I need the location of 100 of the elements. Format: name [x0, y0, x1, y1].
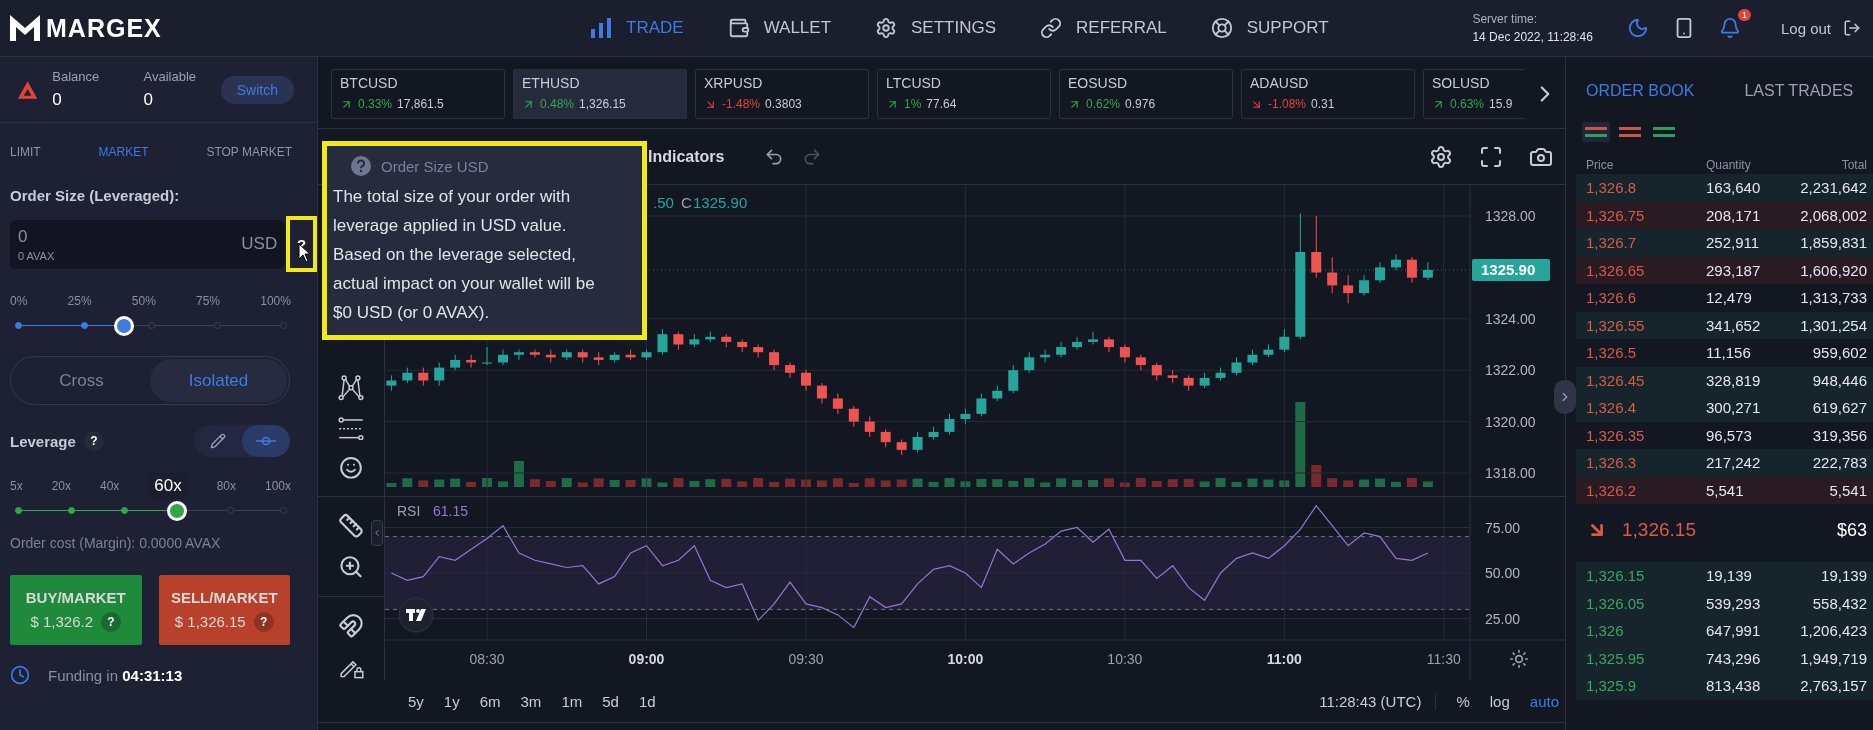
ask-row[interactable]: 1,326.45 328,819 948,446	[1576, 366, 1873, 394]
ticker-card[interactable]: SOLUSD 0.63% 15.9	[1423, 69, 1525, 119]
order-size-field[interactable]: 0 0 AVAX USD	[10, 219, 286, 269]
range-button[interactable]: 1d	[638, 692, 656, 710]
candlestick	[848, 405, 859, 428]
quantity-cell-text: 163,640	[1706, 179, 1762, 197]
ask-row[interactable]: 1,326.55 341,652 1,301,254	[1576, 311, 1873, 339]
margin-mode-tab[interactable]: Cross	[13, 359, 150, 402]
indicator-value: 61.15	[433, 503, 469, 519]
candlestick	[1072, 336, 1083, 351]
price-cell-text: 1,326.75	[1586, 206, 1646, 224]
ask-row[interactable]: 1,326.7 252,911 1,859,831	[1576, 229, 1873, 257]
sell-button[interactable]: SELL/MARKET $ 1,326.15 ?	[158, 575, 290, 645]
bid-row[interactable]: 1,326.15 19,139 19,139	[1576, 562, 1873, 590]
bid-row[interactable]: 1,326.05 539,293 558,432	[1576, 589, 1873, 617]
ask-row[interactable]: 1,326.3 217,242 222,783	[1576, 449, 1873, 477]
candlestick	[753, 344, 764, 358]
logout-link[interactable]: Log out	[1780, 19, 1861, 37]
range-button[interactable]: 1y	[443, 692, 460, 710]
nav-item[interactable]: WALLET	[727, 17, 831, 39]
total-cell-text: 558,432	[1811, 594, 1867, 612]
ask-row[interactable]: 1,326.75 208,171 2,068,002	[1576, 201, 1873, 229]
quantity-cell-text: 208,171	[1706, 206, 1762, 224]
price-cell-text: 1,326.5	[1586, 344, 1638, 362]
total-cell-text: 1,206,423	[1799, 622, 1867, 640]
help-icon[interactable]: ?	[101, 611, 122, 632]
nav-item[interactable]: REFERRAL	[1040, 17, 1167, 39]
time-label: 10:30	[1107, 651, 1143, 667]
logo-text: MARGEX	[46, 13, 162, 43]
notification-badge: 1	[1737, 9, 1751, 21]
nav-item[interactable]: SETTINGS	[875, 17, 997, 39]
price-label: 1322.00	[1485, 362, 1536, 379]
field-label: Order Size (Leveraged):	[10, 187, 181, 204]
indicators-button[interactable]: Indicators	[648, 147, 725, 166]
ask-row[interactable]: 1,326.65 293,187 1,606,920	[1576, 256, 1873, 284]
range-button[interactable]: 6m	[479, 692, 501, 710]
range-button[interactable]: 5d	[602, 692, 619, 710]
nav-item[interactable]: SUPPORT	[1210, 17, 1329, 39]
ticker-card[interactable]: ETHUSD 0.48% 1,326.15	[513, 69, 687, 119]
help-icon[interactable]: ?	[253, 611, 274, 632]
total-cell-text: 619,627	[1811, 399, 1867, 417]
ticker-card[interactable]: XRPUSD -1.48% 0.3803	[695, 69, 869, 119]
time-label: 09:00	[628, 651, 665, 667]
range-button[interactable]: 1m	[561, 692, 583, 710]
order-type-tab[interactable]: LIMIT	[10, 145, 41, 159]
candlestick	[912, 431, 923, 453]
price-cell-text: 1,326.3	[1586, 454, 1638, 472]
ask-row[interactable]: 1,326.8 163,640 2,231,642	[1576, 174, 1873, 202]
price-cell-text: 1,326.8	[1586, 179, 1638, 197]
available-label: Available	[143, 69, 198, 84]
ticker-card[interactable]: EOSUSD 0.62% 0.976	[1059, 69, 1233, 119]
range-button[interactable]: 3m	[520, 692, 542, 710]
quantity-cell-text: 743,296	[1706, 649, 1762, 667]
bid-row[interactable]: 1,325.95 743,296 1,949,719	[1576, 644, 1873, 672]
scale-button[interactable]: auto	[1529, 692, 1559, 710]
order-type-tab[interactable]: STOP MARKET	[206, 145, 292, 159]
price-cell-text: 1,326	[1586, 622, 1625, 640]
price-label: 1328.00	[1485, 208, 1536, 224]
nav-item[interactable]: TRADE	[590, 17, 684, 39]
balance-label: Balance	[52, 69, 101, 84]
quantity-cell-text: 539,293	[1706, 594, 1762, 612]
price-label: 1320.00	[1485, 413, 1536, 430]
available-value: 0	[143, 90, 154, 110]
ticker-card[interactable]: BTCUSD 0.33% 17,861.5	[331, 69, 505, 119]
price-cell-text: 1,326.55	[1586, 316, 1646, 334]
ticker-card[interactable]: LTCUSD 1% 77.64	[877, 69, 1051, 119]
balance-value: 0	[52, 90, 63, 110]
scale-button[interactable]: log	[1489, 692, 1510, 710]
tooltip-text: The total size of your order with leverage applied in USD value. Based on the leverage selected, actual impact on your wallet will be $0 USD (or 0 AVAX).	[333, 186, 596, 324]
slider-label: 75%	[196, 294, 221, 308]
total-cell-text: 1,313,733	[1799, 289, 1867, 307]
legend-value: 1325.90	[693, 194, 748, 211]
range-button[interactable]: 5y	[408, 692, 424, 710]
book-tab[interactable]: LAST TRADES	[1744, 82, 1854, 100]
bid-row[interactable]: 1,325.9 813,438 2,763,157	[1576, 672, 1873, 700]
quantity-cell-text: 300,271	[1706, 399, 1762, 417]
price-cell-text: 1,326.35	[1586, 426, 1646, 444]
candlestick	[1279, 328, 1290, 353]
ask-row[interactable]: 1,326.2 5,541 5,541	[1576, 476, 1873, 504]
leverage-label: Leverage	[10, 432, 76, 450]
scale-button[interactable]: %	[1456, 692, 1470, 710]
buy-button[interactable]: BUY/MARKET $ 1,326.2 ?	[10, 575, 142, 645]
book-tab[interactable]: ORDER BOOK	[1586, 82, 1695, 100]
ask-row[interactable]: 1,326.4 300,271 619,627	[1576, 394, 1873, 422]
candlestick	[1390, 254, 1401, 271]
quantity-cell-text: 19,139	[1706, 567, 1753, 585]
help-icon[interactable]: ?	[83, 431, 104, 451]
legend-label: C	[681, 194, 692, 211]
slider-label: 5x	[10, 479, 23, 493]
slider-label: 25%	[67, 294, 92, 308]
candlestick	[482, 346, 493, 366]
candlestick	[1343, 274, 1354, 304]
candlestick	[1375, 261, 1386, 284]
ticker-card[interactable]: ADAUSD -1.08% 0.31	[1241, 69, 1415, 119]
total-cell-text: 2,231,642	[1799, 179, 1867, 197]
candlestick	[513, 349, 524, 361]
slider-label: 80x	[216, 479, 236, 493]
order-type-tab[interactable]: MARKET	[98, 145, 149, 159]
candlestick	[657, 328, 668, 356]
bid-row[interactable]: 1,326 647,991 1,206,423	[1576, 617, 1873, 645]
